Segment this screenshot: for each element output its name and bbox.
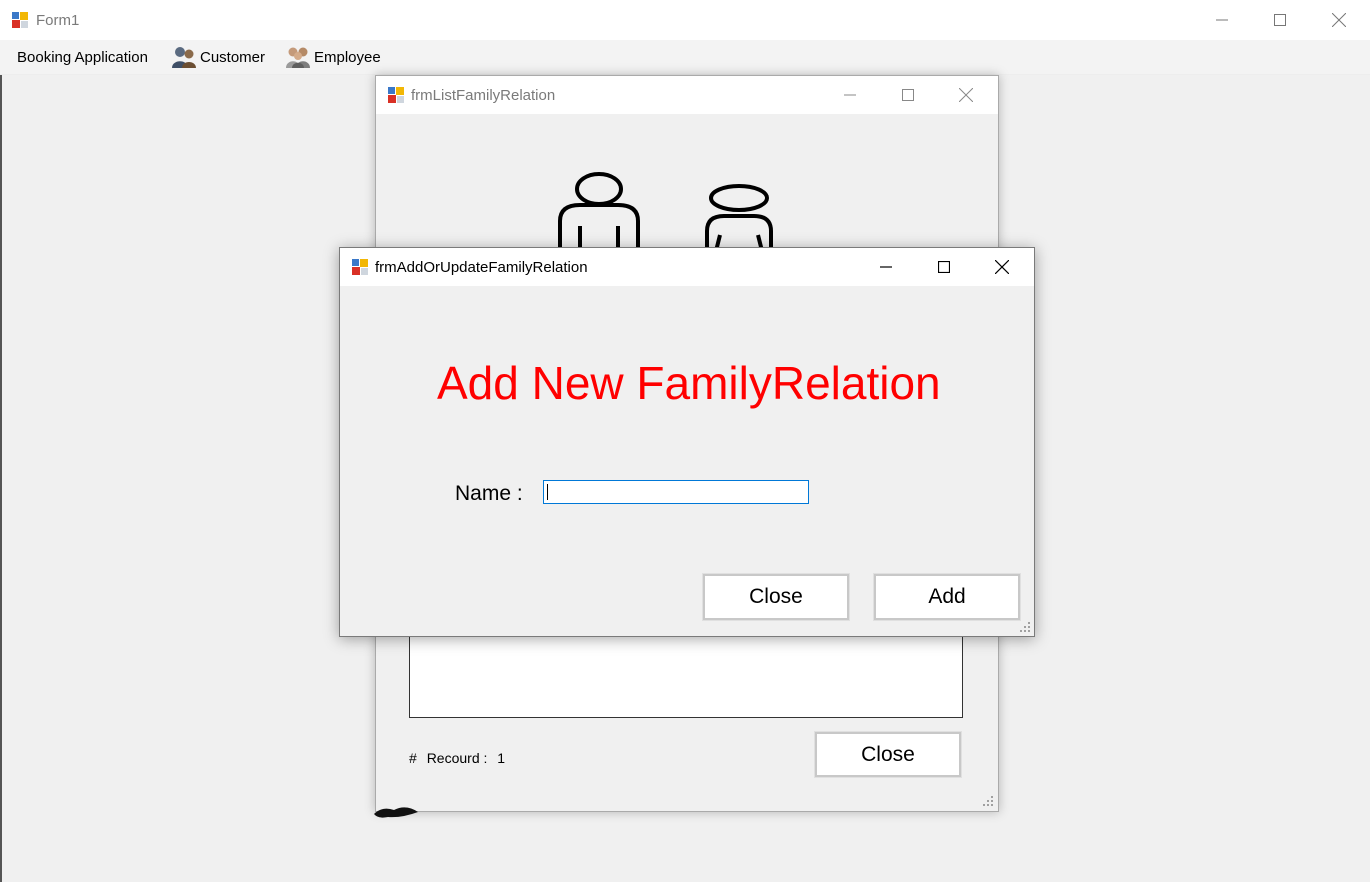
menu-item-label: Employee	[314, 48, 381, 66]
record-hash: #	[409, 750, 417, 766]
resize-grip-icon[interactable]	[1019, 621, 1031, 633]
maximize-icon	[1274, 14, 1286, 26]
cancel-button[interactable]: Close	[702, 573, 850, 621]
menu-item-label: Booking Application	[17, 48, 148, 66]
minimize-button[interactable]	[1199, 5, 1245, 35]
menu-item-label: Customer	[200, 48, 266, 66]
text-caret	[547, 484, 548, 500]
name-input[interactable]	[543, 480, 809, 504]
minimize-button[interactable]	[863, 252, 909, 282]
menu-bar: Booking Application Customer Employee	[0, 40, 1370, 75]
menu-item-booking-application[interactable]: Booking Application	[11, 40, 154, 74]
main-window-title: Form1	[36, 12, 80, 29]
resize-grip-icon[interactable]	[982, 795, 994, 807]
employee-icon	[286, 47, 310, 68]
maximize-icon	[938, 261, 950, 273]
maximize-button[interactable]	[1257, 5, 1303, 35]
add-dialog-title: frmAddOrUpdateFamilyRelation	[375, 259, 588, 276]
add-update-family-relation-dialog[interactable]: frmAddOrUpdateFamilyRelation Add New Fam…	[339, 247, 1035, 637]
customer-icon	[172, 47, 196, 68]
menu-item-employee[interactable]: Employee	[279, 40, 387, 74]
add-button[interactable]: Add	[873, 573, 1021, 621]
main-titlebar[interactable]: Form1	[0, 0, 1370, 40]
minimize-icon	[880, 266, 892, 268]
close-icon	[995, 260, 1009, 274]
menu-item-customer[interactable]: Customer	[165, 40, 271, 74]
name-label: Name :	[455, 482, 523, 505]
list-window-titlebar[interactable]: frmListFamilyRelation	[376, 76, 998, 114]
background-ink-blot	[374, 807, 418, 818]
close-icon	[959, 88, 973, 102]
add-dialog-titlebar[interactable]: frmAddOrUpdateFamilyRelation	[340, 248, 1034, 286]
family-people-icon	[558, 172, 773, 251]
list-window-title: frmListFamilyRelation	[411, 87, 556, 104]
maximize-icon	[902, 89, 914, 101]
app-icon	[12, 12, 28, 28]
minimize-button[interactable]	[827, 80, 873, 110]
close-window-button[interactable]	[979, 252, 1025, 282]
record-count-label: # Recourd : 1	[409, 750, 511, 766]
window-left-edge	[0, 75, 2, 882]
maximize-button[interactable]	[921, 252, 967, 282]
record-count: 1	[497, 750, 506, 766]
maximize-button[interactable]	[885, 80, 931, 110]
close-window-button[interactable]	[1316, 5, 1362, 35]
minimize-icon	[844, 94, 856, 96]
minimize-icon	[1216, 19, 1228, 21]
record-label: Recourd :	[426, 750, 488, 766]
list-close-button[interactable]: Close	[814, 731, 962, 778]
app-icon	[352, 259, 368, 275]
close-icon	[1332, 13, 1346, 27]
page-title: Add New FamilyRelation	[437, 357, 941, 409]
close-window-button[interactable]	[943, 80, 989, 110]
app-icon	[388, 87, 404, 103]
